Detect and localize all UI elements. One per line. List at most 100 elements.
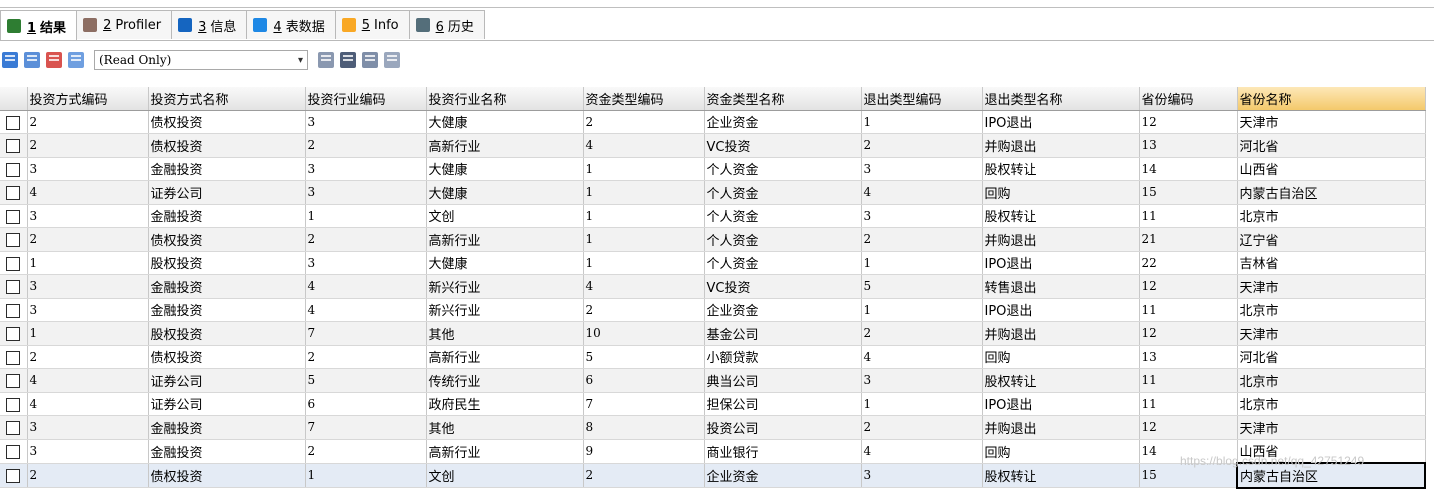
table-cell[interactable]: 4 — [305, 274, 427, 299]
table-cell[interactable]: 3 — [305, 110, 427, 134]
grid-corner[interactable] — [0, 87, 28, 111]
tab-3[interactable]: 3 信息 — [171, 10, 248, 39]
table-row[interactable]: 2 债权投资 2 高新行业 1 个人资金 2 并购退出 21 辽宁省 — [0, 227, 1426, 252]
table-cell[interactable]: 债权投资 — [148, 463, 306, 488]
print-icon[interactable] — [362, 52, 378, 68]
table-cell[interactable]: 新兴行业 — [426, 274, 584, 299]
table-cell[interactable]: IPO退出 — [982, 251, 1140, 275]
table-cell[interactable]: 12 — [1139, 110, 1238, 134]
row-selector[interactable] — [0, 180, 28, 205]
table-cell[interactable]: 9 — [583, 439, 705, 464]
table-row[interactable]: 1 股权投资 7 其他 10 基金公司 2 并购退出 12 天津市 — [0, 321, 1426, 346]
row-selector[interactable] — [0, 321, 28, 346]
table-cell[interactable]: 1 — [861, 251, 983, 275]
table-cell[interactable]: 10 — [583, 321, 705, 346]
row-checkbox[interactable] — [6, 374, 21, 389]
table-row[interactable]: 3 金融投资 7 其他 8 投资公司 2 并购退出 12 天津市 — [0, 415, 1426, 440]
table-cell[interactable]: 金融投资 — [148, 415, 306, 440]
table-cell[interactable]: 典当公司 — [704, 368, 862, 393]
table-cell[interactable]: 其他 — [426, 415, 584, 440]
table-row[interactable]: 2 债权投资 3 大健康 2 企业资金 1 IPO退出 12 天津市 — [0, 110, 1426, 134]
table-cell[interactable]: 个人资金 — [704, 180, 862, 205]
table-cell[interactable]: 6 — [305, 392, 427, 416]
column-header[interactable]: 退出类型编码 — [861, 87, 983, 111]
tab-2[interactable]: 2 Profiler — [76, 10, 173, 39]
table-cell[interactable]: 大健康 — [426, 157, 584, 181]
table-cell[interactable]: 回购 — [982, 180, 1140, 205]
table-cell[interactable]: VC投资 — [704, 133, 862, 158]
table-cell[interactable]: 北京市 — [1237, 368, 1426, 393]
table-cell[interactable]: 北京市 — [1237, 298, 1426, 322]
table-cell[interactable]: 1 — [305, 204, 427, 228]
table-cell[interactable]: 并购退出 — [982, 133, 1140, 158]
table-cell[interactable]: 3 — [27, 274, 149, 299]
table-cell[interactable]: 4 — [27, 392, 149, 416]
table-row[interactable]: 2 债权投资 2 高新行业 5 小额贷款 4 回购 13 河北省 — [0, 345, 1426, 369]
table-row[interactable]: 2 债权投资 2 高新行业 4 VC投资 2 并购退出 13 河北省 — [0, 133, 1426, 158]
table-cell[interactable]: 企业资金 — [704, 298, 862, 322]
column-header[interactable]: 省份名称 — [1237, 87, 1426, 111]
table-cell[interactable]: 3 — [27, 415, 149, 440]
table-cell[interactable]: 2 — [305, 227, 427, 252]
table-cell[interactable]: 金融投资 — [148, 439, 306, 464]
row-selector[interactable] — [0, 439, 28, 464]
table-cell[interactable]: 4 — [861, 180, 983, 205]
table-cell[interactable]: 转售退出 — [982, 274, 1140, 299]
table-cell[interactable]: 12 — [1139, 321, 1238, 346]
table-cell[interactable]: 22 — [1139, 251, 1238, 275]
table-cell[interactable]: 4 — [861, 345, 983, 369]
table-cell[interactable]: 基金公司 — [704, 321, 862, 346]
table-cell[interactable]: 2 — [27, 463, 149, 488]
table-cell[interactable]: 个人资金 — [704, 157, 862, 181]
table-cell[interactable]: 大健康 — [426, 251, 584, 275]
row-checkbox[interactable] — [6, 421, 21, 436]
row-selector[interactable] — [0, 274, 28, 299]
table-cell[interactable]: 11 — [1139, 298, 1238, 322]
table-cell[interactable]: 2 — [861, 133, 983, 158]
copy-row-icon[interactable] — [24, 52, 40, 68]
column-header[interactable]: 投资行业名称 — [426, 87, 584, 111]
table-cell[interactable]: 债权投资 — [148, 110, 306, 134]
table-cell[interactable]: 4 — [27, 180, 149, 205]
column-header[interactable]: 投资方式编码 — [27, 87, 149, 111]
table-cell[interactable]: 1 — [583, 204, 705, 228]
table-cell[interactable]: 2 — [861, 227, 983, 252]
table-cell[interactable]: 高新行业 — [426, 133, 584, 158]
row-selector[interactable] — [0, 345, 28, 369]
table-cell[interactable]: 3 — [27, 298, 149, 322]
table-cell[interactable]: 3 — [861, 463, 983, 488]
table-cell[interactable]: 金融投资 — [148, 274, 306, 299]
table-cell[interactable]: 1 — [305, 463, 427, 488]
table-row[interactable]: 1 股权投资 3 大健康 1 个人资金 1 IPO退出 22 吉林省 — [0, 251, 1426, 275]
row-checkbox[interactable] — [6, 233, 21, 248]
table-cell[interactable]: 11 — [1139, 204, 1238, 228]
table-cell[interactable]: 8 — [583, 415, 705, 440]
table-cell[interactable]: 个人资金 — [704, 204, 862, 228]
table-cell[interactable]: 1 — [861, 392, 983, 416]
table-cell[interactable]: 并购退出 — [982, 321, 1140, 346]
table-cell[interactable]: 15 — [1139, 180, 1238, 205]
table-cell[interactable]: 文创 — [426, 463, 584, 488]
table-cell[interactable]: 12 — [1139, 274, 1238, 299]
column-header[interactable]: 省份编码 — [1139, 87, 1238, 111]
table-row[interactable]: 3 金融投资 4 新兴行业 4 VC投资 5 转售退出 12 天津市 — [0, 274, 1426, 299]
table-cell[interactable]: 金融投资 — [148, 157, 306, 181]
table-cell[interactable]: 金融投资 — [148, 204, 306, 228]
row-checkbox[interactable] — [6, 280, 21, 295]
table-cell[interactable]: 债权投资 — [148, 227, 306, 252]
table-cell[interactable]: 3 — [27, 439, 149, 464]
table-cell[interactable]: 证券公司 — [148, 392, 306, 416]
row-checkbox[interactable] — [6, 350, 21, 365]
table-cell[interactable]: 5 — [861, 274, 983, 299]
column-header[interactable]: 退出类型名称 — [982, 87, 1140, 111]
table-cell[interactable]: 7 — [305, 415, 427, 440]
table-cell[interactable]: 1 — [27, 321, 149, 346]
row-checkbox[interactable] — [6, 327, 21, 342]
table-cell[interactable]: 河北省 — [1237, 133, 1426, 158]
row-checkbox[interactable] — [6, 139, 21, 154]
mode-select[interactable]: (Read Only) ▾ — [94, 50, 308, 70]
table-cell[interactable]: 并购退出 — [982, 415, 1140, 440]
table-cell[interactable]: 债权投资 — [148, 133, 306, 158]
table-cell[interactable]: 高新行业 — [426, 227, 584, 252]
table-cell[interactable]: 1 — [583, 180, 705, 205]
